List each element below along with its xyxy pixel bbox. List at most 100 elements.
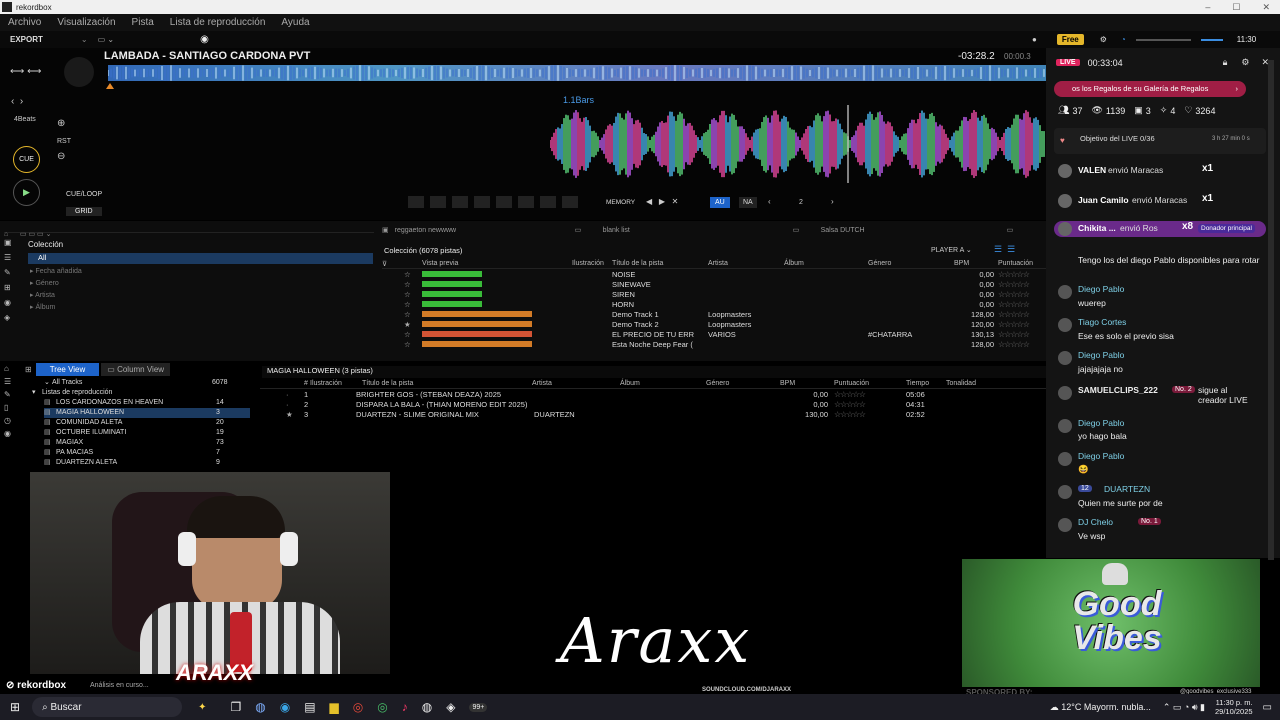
playlist-item[interactable]: ▤ LOS CARDONAZOS EN HEAVEN 14 <box>44 398 250 408</box>
hot-cue-pads[interactable] <box>408 196 578 208</box>
rst-button[interactable]: RST <box>57 138 71 145</box>
store-icon[interactable]: ▤ <box>304 700 315 714</box>
collection-icon[interactable]: ▣ <box>4 238 12 247</box>
copilot-icon[interactable]: ✦ <box>198 702 206 713</box>
rating-stars[interactable]: ☆☆☆☆☆ <box>998 290 1030 299</box>
tree-artista[interactable]: ▸ Artista <box>30 290 82 302</box>
rating-stars[interactable]: ☆☆☆☆☆ <box>998 330 1030 339</box>
memory-nav-icon[interactable]: ◀ ▶ ✕ <box>646 197 678 206</box>
zoom-in-icon[interactable]: ⊕ <box>57 118 65 129</box>
au-button[interactable]: AU <box>710 197 730 208</box>
playlist-row[interactable]: · 2 DISPARA LA BALA - (THIAN MORENO EDIT 2… <box>260 399 1046 409</box>
menu-pista[interactable]: Pista <box>132 17 154 28</box>
rating-stars[interactable]: ☆☆☆☆☆ <box>998 320 1030 329</box>
playlist-item[interactable]: ▤ COMUNIDAD ALETA 20 <box>44 418 250 428</box>
play-preview-icon[interactable]: ☆ <box>382 300 422 309</box>
play-preview-icon[interactable]: ☆ <box>382 280 422 289</box>
menu-ayuda[interactable]: Ayuda <box>281 17 309 28</box>
chrome-profile-icon[interactable]: ◎ <box>377 700 387 714</box>
lists-icon[interactable]: ☰ <box>4 377 11 386</box>
rec-icon[interactable]: ◉ <box>4 298 12 307</box>
notification-icon[interactable]: ▭ <box>1263 702 1272 713</box>
avatar[interactable] <box>1058 452 1072 466</box>
play-preview-icon[interactable]: ☆ <box>382 330 422 339</box>
zoom-waveform[interactable] <box>550 105 1046 183</box>
search-input[interactable]: Buscar <box>50 702 81 713</box>
playlist-item[interactable]: ▤ MAGIAX 73 <box>44 438 250 448</box>
explorer-icon[interactable]: ▆ <box>330 700 339 714</box>
playlist-row[interactable]: ★ 3 DUARTEZN - SLIME ORIGINAL MIX DUARTEZN 1… <box>260 409 1046 419</box>
player-select[interactable]: PLAYER A ⌄ <box>931 246 972 254</box>
view-toggle-icon[interactable]: ☰ ☰ <box>994 244 1015 255</box>
free-badge[interactable]: Free <box>1056 34 1084 45</box>
record-icon[interactable]: ◉ <box>200 34 209 45</box>
device-icon[interactable]: ▯ <box>4 403 11 412</box>
chat-username[interactable]: Diego Pablo <box>1078 451 1124 461</box>
avatar[interactable] <box>1058 164 1072 178</box>
tree-view-tab[interactable]: Tree View <box>35 363 100 376</box>
playlist-item[interactable]: ▤ DUARTEZN ALETA 9 <box>44 458 250 468</box>
preview-waveform[interactable] <box>422 280 572 289</box>
collection-row[interactable]: ☆ EL PRECIO DE TU ERR VARIOS #CHATARRA 130,1… <box>382 329 1046 339</box>
close-button[interactable]: ✕ <box>1262 2 1270 13</box>
tab-salsa-close[interactable]: ▭ <box>1007 226 1014 234</box>
lock-icon[interactable]: 🔒︎ <box>1223 57 1228 68</box>
chat-scrollbar[interactable] <box>1268 60 1274 560</box>
tree-album[interactable]: ▸ Álbum <box>30 302 82 314</box>
windows-start-icon[interactable]: ⊞ <box>10 700 20 714</box>
obs-icon[interactable]: ◍ <box>422 700 432 714</box>
notification-badge[interactable]: 99+ <box>469 702 488 712</box>
collection-row[interactable]: ☆ HORN 0,00 ☆☆☆☆☆ <box>382 299 1046 309</box>
minimize-button[interactable]: – <box>1205 2 1210 13</box>
cue-button[interactable]: CUE <box>13 146 40 173</box>
collection-row[interactable]: ☆ SINEWAVE 0,00 ☆☆☆☆☆ <box>382 279 1046 289</box>
rating-stars[interactable]: ☆☆☆☆☆ <box>998 310 1030 319</box>
preview-waveform[interactable] <box>422 320 572 329</box>
home-icon[interactable]: ⌂ <box>4 364 11 373</box>
weather[interactable]: ☁ 12°C Mayorm. nubla... <box>1050 702 1151 713</box>
cue-loop-tab[interactable]: CUE/LOOP <box>66 191 102 198</box>
chat-username[interactable]: Tiago Cortes <box>1078 317 1126 327</box>
preview-waveform[interactable] <box>422 330 572 339</box>
tab-blank[interactable]: blank list <box>603 227 793 234</box>
page-prev-icon[interactable]: ‹ <box>768 197 771 206</box>
live-settings-icon[interactable]: ⚙ <box>1241 57 1249 68</box>
zoom-out-icon[interactable]: ⊖ <box>57 151 65 162</box>
gift-user[interactable]: VALEN <box>1078 165 1106 175</box>
tab-reggaeton[interactable]: reggaeton newwww <box>395 227 575 234</box>
avatar[interactable] <box>1058 351 1072 365</box>
chrome-icon[interactable]: ◎ <box>353 700 363 714</box>
play-preview-icon[interactable]: ☆ <box>382 290 422 299</box>
na-button[interactable]: NA <box>739 197 757 208</box>
rating-stars[interactable]: ☆☆☆☆☆ <box>998 340 1030 349</box>
sampler-icon[interactable]: ✎ <box>4 268 12 277</box>
rating-stars[interactable]: ☆☆☆☆☆ <box>998 300 1030 309</box>
maximize-button[interactable]: ☐ <box>1232 2 1240 13</box>
menu-lista[interactable]: Lista de reproducción <box>170 17 266 28</box>
avatar[interactable] <box>1058 485 1072 499</box>
preview-waveform[interactable] <box>422 310 572 319</box>
shift-left-icon[interactable]: ⟷ ⟷ <box>10 66 41 77</box>
mode-chevron-icon[interactable]: ⌄ <box>81 35 88 44</box>
sync-manager-icon[interactable]: ◈ <box>4 313 12 322</box>
chat-username[interactable]: DJ Chelo <box>1078 517 1113 527</box>
collection-row[interactable]: ☆ Esta Noche Deep Fear (128,00 ☆☆☆☆☆ <box>382 339 1046 349</box>
tree-genero[interactable]: ▸ Género <box>30 278 82 290</box>
list-icon[interactable]: ☰ <box>4 253 12 262</box>
gift-user[interactable]: Juan Camilo <box>1078 195 1129 205</box>
avatar[interactable] <box>1058 318 1072 332</box>
gift-banner[interactable]: os los Regalos de su Galería de Regalos … <box>1054 81 1246 97</box>
beats-label[interactable]: 4Beats <box>14 116 36 123</box>
lists-root[interactable]: ▾ Listas de reproducción <box>32 388 250 398</box>
playlist-row[interactable]: · 1 BRIGHTER GOS - (STEBAN DEAZA) 2025 0,00… <box>260 389 1046 399</box>
chat-username[interactable]: Diego Pablo <box>1078 284 1124 294</box>
play-preview-icon[interactable]: ☆ <box>382 340 422 349</box>
chat-username[interactable]: Diego Pablo <box>1078 418 1124 428</box>
collection-row[interactable]: ☆ Demo Track 1 Loopmasters 128,00 ☆☆☆☆☆ <box>382 309 1046 319</box>
copilot-app-icon[interactable]: ◍ <box>255 700 265 714</box>
tab-blank-close[interactable]: ▭ <box>793 226 815 234</box>
mode-select[interactable]: EXPORT <box>10 35 43 44</box>
playlist-item[interactable]: ▤ OCTUBRE ILUMINATI 19 <box>44 428 250 438</box>
rating-stars[interactable]: ☆☆☆☆☆ <box>834 400 906 409</box>
grid-tab[interactable]: GRID <box>66 207 102 216</box>
